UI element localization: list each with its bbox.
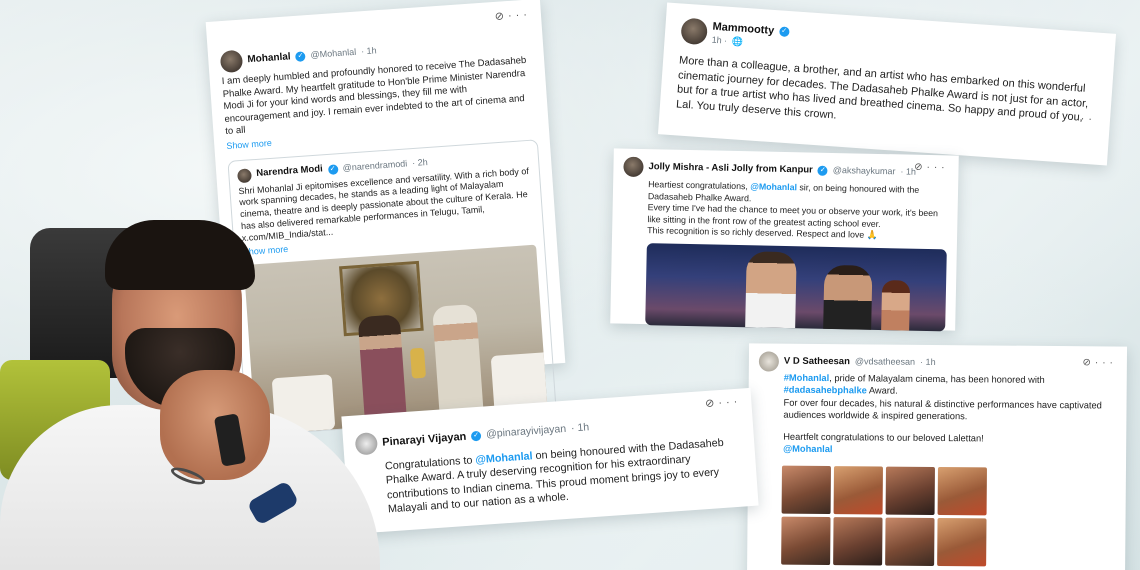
- avatar[interactable]: [623, 156, 644, 178]
- avatar[interactable]: [219, 49, 244, 74]
- post-time: · 1h: [360, 45, 377, 57]
- mohanlal-portrait: [0, 200, 395, 570]
- globe-icon: 🌐: [731, 35, 744, 47]
- hashtag-link[interactable]: #Mohanlal: [784, 373, 830, 383]
- hashtag-link[interactable]: #dadasahebphalke: [784, 385, 867, 396]
- author-handle[interactable]: @pinarayivijayan: [486, 423, 567, 442]
- grok-icon[interactable]: ⊘: [494, 10, 508, 23]
- post-time: · 1h: [920, 356, 936, 368]
- tweet-actions: ⊘···: [705, 395, 742, 412]
- tweet-text-line2: For over four decades, his natural & dis…: [783, 397, 1102, 422]
- more-options-icon[interactable]: ···: [718, 396, 742, 410]
- verified-badge-icon: ✓: [295, 51, 306, 62]
- tweet-card-akshaykumar[interactable]: ⊘··· Jolly Mishra - Asli Jolly from Kanp…: [610, 148, 959, 332]
- more-options-icon[interactable]: ···: [1073, 111, 1097, 127]
- mention-link[interactable]: @Mohanlal: [783, 443, 1116, 458]
- verified-badge-icon: ✓: [327, 163, 339, 175]
- quoted-post-time: · 2h: [411, 156, 428, 168]
- photo-tile: [937, 466, 987, 516]
- verified-badge-icon: ✓: [817, 165, 828, 176]
- grok-icon[interactable]: ⊘: [914, 162, 927, 173]
- photo-tile: [781, 516, 831, 565]
- quoted-author-name[interactable]: Narendra Modi: [256, 164, 323, 181]
- person-child: [881, 280, 911, 331]
- person-akshay: [745, 251, 797, 329]
- person-mohanlal: [823, 264, 873, 330]
- tweet-text: #Mohanlal, pride of Malayalam cinema, ha…: [783, 372, 1045, 396]
- award-statue: [409, 347, 426, 379]
- author-name[interactable]: Jolly Mishra - Asli Jolly from Kanpur: [648, 161, 813, 177]
- grok-icon[interactable]: ⊘: [1082, 357, 1094, 368]
- quoted-author-handle[interactable]: @narendramodi: [342, 158, 407, 174]
- author-handle[interactable]: @vdsatheesan: [855, 356, 915, 368]
- photo-tile: [781, 465, 831, 514]
- avatar[interactable]: [680, 17, 709, 46]
- photo-tile: [885, 517, 935, 566]
- post-time: 1h ·: [711, 34, 728, 46]
- photo-tile: [833, 465, 883, 515]
- verified-badge-icon: ✓: [778, 26, 790, 38]
- tweet-actions: ⊘···: [494, 7, 531, 24]
- avatar[interactable]: [758, 351, 779, 372]
- tweet-actions: ⊘···: [914, 161, 949, 175]
- author-name[interactable]: Mohanlal: [247, 51, 291, 67]
- mention-link[interactable]: @Mohanlal: [750, 181, 797, 192]
- person-modi: [432, 303, 485, 422]
- more-options-icon[interactable]: ···: [926, 162, 948, 173]
- grok-icon[interactable]: ⊘: [705, 397, 719, 410]
- quoted-avatar[interactable]: [236, 167, 252, 183]
- photo-grid[interactable]: [781, 465, 1116, 567]
- author-name[interactable]: V D Satheesan: [784, 355, 850, 368]
- author-handle[interactable]: @akshaykumar: [833, 165, 896, 178]
- photo-tile: [833, 516, 883, 566]
- hair: [105, 220, 255, 290]
- photo-tile: [885, 466, 935, 515]
- author-handle[interactable]: @Mohanlal: [310, 47, 356, 62]
- akshay-mohanlal-photo[interactable]: [645, 243, 947, 332]
- tweet-card-vdsatheesan[interactable]: ⊘··· V D Satheesan @vdsatheesan · 1h #Mo…: [746, 343, 1128, 570]
- tweet-actions: ⊘···: [1082, 356, 1117, 369]
- more-options-icon[interactable]: ···: [508, 8, 532, 22]
- verified-badge-icon: ✓: [470, 430, 482, 442]
- more-options-icon[interactable]: ···: [1095, 357, 1117, 368]
- photo-tile: [937, 517, 987, 567]
- post-time: · 1h: [570, 421, 590, 435]
